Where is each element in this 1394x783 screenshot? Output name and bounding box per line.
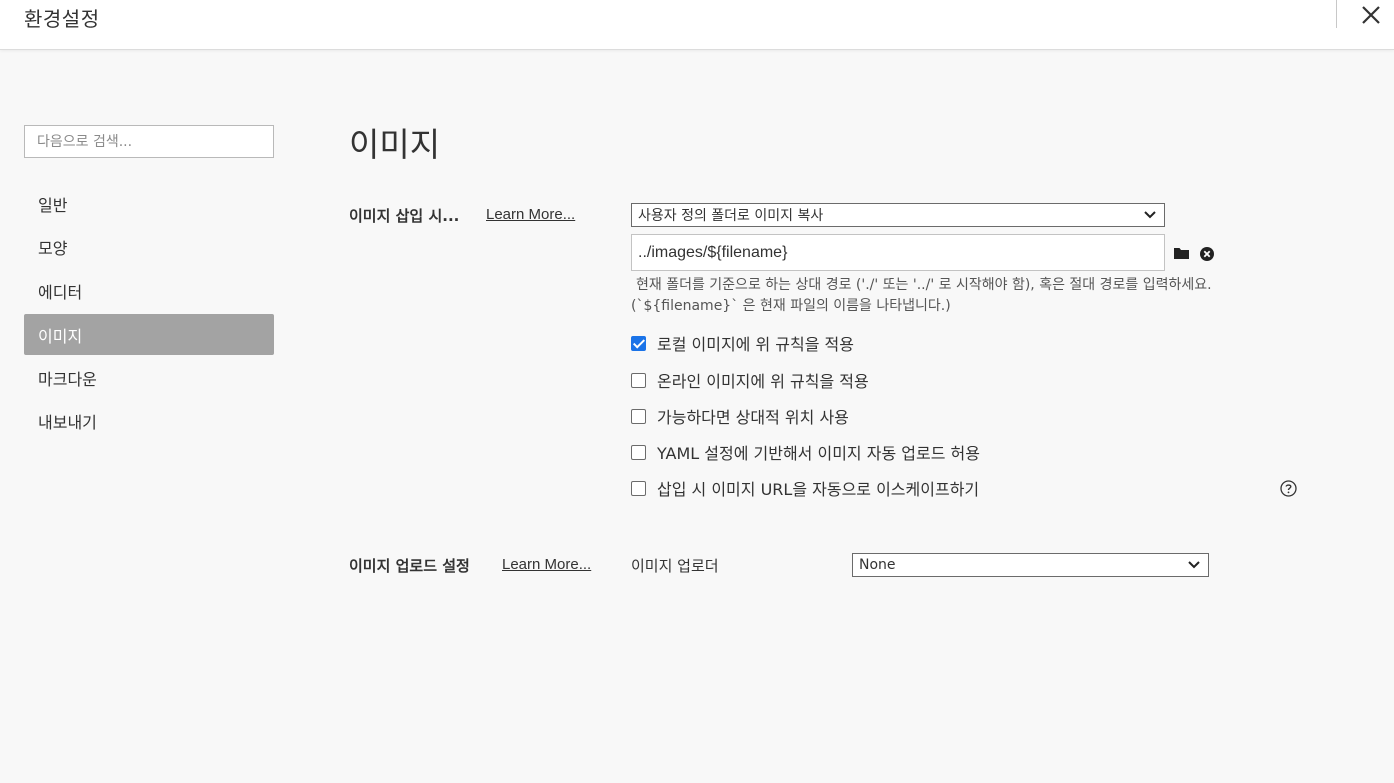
option-apply-local[interactable]: 로컬 이미지에 위 규칙을 적용 — [631, 332, 854, 354]
title-bar: 환경설정 — [0, 0, 1394, 50]
folder-icon — [1174, 248, 1189, 259]
option-label: 로컬 이미지에 위 규칙을 적용 — [657, 335, 854, 354]
option-label: 가능하다면 상대적 위치 사용 — [657, 408, 849, 427]
upload-learn-more-link[interactable]: Learn More... — [502, 556, 591, 573]
sidebar-item-general[interactable]: 일반 — [24, 183, 274, 224]
sidebar-item-editor[interactable]: 에디터 — [24, 270, 274, 311]
title-separator — [1336, 0, 1337, 28]
checkbox[interactable] — [631, 335, 646, 351]
checkbox[interactable] — [631, 408, 646, 424]
page-title: 이미지 — [349, 125, 441, 164]
sidebar-item-label: 에디터 — [38, 282, 83, 302]
uploader-value: None — [859, 557, 896, 573]
help-button[interactable] — [1280, 480, 1297, 501]
option-label: 온라인 이미지에 위 규칙을 적용 — [657, 372, 869, 391]
checkbox[interactable] — [631, 480, 646, 496]
insert-action-value: 사용자 정의 폴더로 이미지 복사 — [638, 208, 824, 224]
sidebar-item-markdown[interactable]: 마크다운 — [24, 357, 274, 398]
sidebar-item-appearance[interactable]: 모양 — [24, 226, 274, 267]
option-escape-url[interactable]: 삽입 시 이미지 URL을 자동으로 이스케이프하기 — [631, 477, 979, 499]
help-icon — [1280, 480, 1297, 497]
insert-learn-more-link[interactable]: Learn More... — [486, 206, 575, 223]
window-title: 환경설정 — [24, 7, 100, 31]
path-help-line-2: (`${filename}` 은 현재 파일의 이름을 나타냅니다.) — [631, 298, 951, 314]
path-help-line-1: 현재 폴더를 기준으로 하는 상대 경로 ('./' 또는 '../' 로 시작… — [636, 277, 1212, 293]
path-help-text: 현재 폴더를 기준으로 하는 상대 경로 ('./' 또는 '../' 로 시작… — [631, 275, 1291, 317]
chevron-down-icon — [1188, 561, 1200, 569]
uploader-select[interactable]: None — [852, 553, 1209, 577]
close-button[interactable] — [1354, 0, 1388, 30]
checkbox[interactable] — [631, 444, 646, 460]
option-apply-online[interactable]: 온라인 이미지에 위 규칙을 적용 — [631, 369, 869, 391]
option-label: 삽입 시 이미지 URL을 자동으로 이스케이프하기 — [657, 480, 980, 499]
option-yaml-auto-upload[interactable]: YAML 설정에 기반해서 이미지 자동 업로드 허용 — [631, 441, 980, 463]
folder-button[interactable] — [1174, 245, 1190, 264]
sidebar-item-label: 일반 — [38, 195, 68, 215]
chevron-down-icon — [1144, 211, 1156, 219]
close-icon — [1362, 6, 1380, 24]
sidebar-item-label: 내보내기 — [38, 412, 97, 432]
sidebar-item-label: 모양 — [38, 238, 68, 258]
image-path-input[interactable] — [631, 234, 1165, 271]
sidebar-item-export[interactable]: 내보내기 — [24, 400, 274, 441]
checkbox[interactable] — [631, 372, 646, 388]
sidebar-item-image[interactable]: 이미지 — [24, 314, 274, 355]
sidebar-item-label: 이미지 — [38, 326, 83, 346]
option-label: YAML 설정에 기반해서 이미지 자동 업로드 허용 — [657, 444, 980, 463]
search-input[interactable] — [24, 125, 274, 158]
insert-action-select[interactable]: 사용자 정의 폴더로 이미지 복사 — [631, 203, 1165, 227]
upload-section-label: 이미지 업로드 설정 — [349, 557, 470, 575]
option-relative-position[interactable]: 가능하다면 상대적 위치 사용 — [631, 405, 849, 427]
insert-section-label: 이미지 삽입 시... — [349, 207, 460, 225]
sidebar-item-label: 마크다운 — [38, 369, 97, 389]
clear-path-button[interactable] — [1200, 246, 1214, 265]
clear-icon — [1200, 247, 1214, 261]
uploader-label: 이미지 업로더 — [631, 557, 719, 575]
